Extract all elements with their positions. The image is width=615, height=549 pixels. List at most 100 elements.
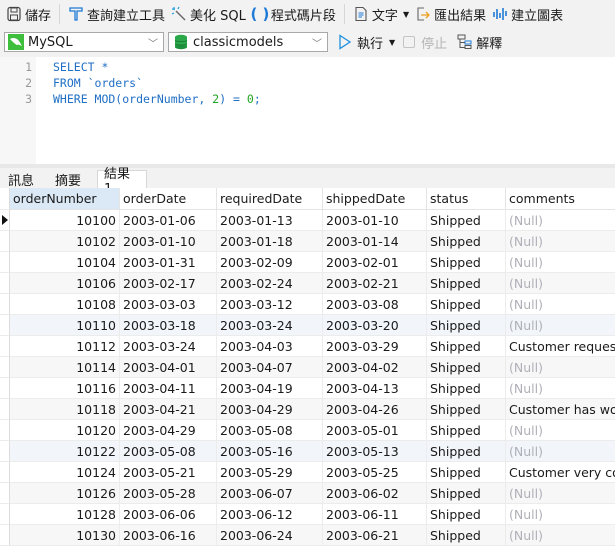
table-cell-orderDate[interactable]: 2003-01-06 [120, 210, 217, 231]
stop-button[interactable]: 停止 [403, 33, 447, 52]
table-cell-requiredDate[interactable]: 2003-01-13 [217, 210, 323, 231]
table-cell-status[interactable]: Shipped [427, 294, 506, 315]
table-cell-status[interactable]: Shipped [427, 378, 506, 399]
table-cell-orderNumber[interactable]: 10118 [10, 399, 120, 420]
create-chart-button[interactable]: 建立圖表 [489, 2, 566, 26]
table-cell-status[interactable]: Shipped [427, 504, 506, 525]
table-cell-shippedDate[interactable]: 2003-05-01 [323, 420, 427, 441]
run-button[interactable]: 執行 ▼ [338, 33, 395, 52]
table-cell-requiredDate[interactable]: 2003-05-16 [217, 441, 323, 462]
table-cell-orderDate[interactable]: 2003-03-24 [120, 336, 217, 357]
table-cell-shippedDate[interactable]: 2003-03-08 [323, 294, 427, 315]
tab-result-1[interactable]: 結果 1 [97, 167, 147, 197]
table-cell-status[interactable]: Shipped [427, 357, 506, 378]
table-cell-orderDate[interactable]: 2003-05-28 [120, 483, 217, 504]
row-selector[interactable] [0, 399, 10, 420]
table-cell-requiredDate[interactable]: 2003-04-19 [217, 378, 323, 399]
table-cell-shippedDate[interactable]: 2003-04-26 [323, 399, 427, 420]
table-cell-shippedDate[interactable]: 2003-02-01 [323, 252, 427, 273]
beautify-sql-button[interactable]: 美化 SQL [168, 2, 249, 26]
table-cell-shippedDate[interactable]: 2003-05-13 [323, 441, 427, 462]
export-results-button[interactable]: 匯出結果 [412, 2, 489, 26]
caret-down-icon[interactable]: ▼ [403, 10, 409, 19]
table-cell-orderNumber[interactable]: 10128 [10, 504, 120, 525]
table-cell-status[interactable]: Shipped [427, 210, 506, 231]
tab-messages[interactable]: 訊息 [2, 170, 42, 189]
query-builder-button[interactable]: 查詢建立工具 [65, 2, 168, 26]
table-cell-orderDate[interactable]: 2003-05-08 [120, 441, 217, 462]
row-selector[interactable] [0, 273, 10, 294]
table-cell-orderNumber[interactable]: 10120 [10, 420, 120, 441]
table-cell-orderDate[interactable]: 2003-06-06 [120, 504, 217, 525]
table-cell-status[interactable]: Shipped [427, 252, 506, 273]
row-selector[interactable] [0, 357, 10, 378]
table-cell-orderDate[interactable]: 2003-04-01 [120, 357, 217, 378]
table-cell-orderDate[interactable]: 2003-05-21 [120, 462, 217, 483]
sql-editor[interactable]: 1 2 3 SELECT * FROM `orders` WHERE MOD(o… [0, 57, 615, 164]
row-selector[interactable] [0, 525, 10, 546]
table-cell-shippedDate[interactable]: 2003-02-21 [323, 273, 427, 294]
table-cell-orderDate[interactable]: 2003-04-21 [120, 399, 217, 420]
table-cell-comments[interactable]: (Null) [506, 420, 615, 441]
table-cell-status[interactable]: Shipped [427, 462, 506, 483]
tab-summary[interactable]: 摘要 [49, 170, 89, 189]
table-cell-shippedDate[interactable]: 2003-05-25 [323, 462, 427, 483]
table-cell-orderDate[interactable]: 2003-06-16 [120, 525, 217, 546]
table-cell-requiredDate[interactable]: 2003-03-12 [217, 294, 323, 315]
table-cell-orderNumber[interactable]: 10130 [10, 525, 120, 546]
table-cell-shippedDate[interactable]: 2003-01-10 [323, 210, 427, 231]
table-cell-comments[interactable]: (Null) [506, 294, 615, 315]
row-selector[interactable] [0, 420, 10, 441]
table-cell-orderNumber[interactable]: 10112 [10, 336, 120, 357]
table-cell-orderNumber[interactable]: 10104 [10, 252, 120, 273]
text-button[interactable]: 文字 ▼ [350, 2, 412, 26]
table-cell-status[interactable]: Shipped [427, 441, 506, 462]
row-selector[interactable] [0, 378, 10, 399]
result-grid[interactable]: orderNumber orderDate requiredDate shippedD… [0, 188, 615, 549]
code-snippets-button[interactable]: ( ) 程式碼片段 [249, 2, 339, 26]
table-cell-shippedDate[interactable]: 2003-03-20 [323, 315, 427, 336]
table-cell-requiredDate[interactable]: 2003-04-07 [217, 357, 323, 378]
table-cell-shippedDate[interactable]: 2003-06-11 [323, 504, 427, 525]
table-cell-orderNumber[interactable]: 10106 [10, 273, 120, 294]
column-header-requiredDate[interactable]: requiredDate [217, 188, 323, 210]
table-cell-orderNumber[interactable]: 10102 [10, 231, 120, 252]
table-cell-orderNumber[interactable]: 10116 [10, 378, 120, 399]
table-cell-orderNumber[interactable]: 10100 [10, 210, 120, 231]
table-cell-shippedDate[interactable]: 2003-06-21 [323, 525, 427, 546]
table-cell-status[interactable]: Shipped [427, 525, 506, 546]
column-header-comments[interactable]: comments [506, 188, 615, 210]
row-selector[interactable] [0, 252, 10, 273]
table-cell-status[interactable]: Shipped [427, 231, 506, 252]
table-cell-status[interactable]: Shipped [427, 420, 506, 441]
table-cell-requiredDate[interactable]: 2003-04-29 [217, 399, 323, 420]
table-cell-requiredDate[interactable]: 2003-06-24 [217, 525, 323, 546]
table-cell-requiredDate[interactable]: 2003-06-07 [217, 483, 323, 504]
table-cell-requiredDate[interactable]: 2003-05-08 [217, 420, 323, 441]
table-cell-comments[interactable]: (Null) [506, 357, 615, 378]
table-cell-status[interactable]: Shipped [427, 336, 506, 357]
table-cell-status[interactable]: Shipped [427, 273, 506, 294]
save-button[interactable]: 儲存 [3, 2, 54, 26]
table-cell-comments[interactable]: (Null) [506, 252, 615, 273]
table-cell-requiredDate[interactable]: 2003-03-24 [217, 315, 323, 336]
row-selector[interactable] [0, 210, 10, 231]
table-cell-orderDate[interactable]: 2003-01-10 [120, 231, 217, 252]
table-cell-comments[interactable]: (Null) [506, 483, 615, 504]
table-cell-comments[interactable]: (Null) [506, 504, 615, 525]
table-cell-comments[interactable]: (Null) [506, 231, 615, 252]
table-cell-orderNumber[interactable]: 10122 [10, 441, 120, 462]
table-cell-requiredDate[interactable]: 2003-04-03 [217, 336, 323, 357]
table-cell-shippedDate[interactable]: 2003-03-29 [323, 336, 427, 357]
column-header-orderNumber[interactable]: orderNumber [10, 188, 120, 210]
table-cell-status[interactable]: Shipped [427, 399, 506, 420]
table-cell-shippedDate[interactable]: 2003-06-02 [323, 483, 427, 504]
table-cell-comments[interactable]: (Null) [506, 441, 615, 462]
column-header-orderDate[interactable]: orderDate [120, 188, 217, 210]
table-cell-comments[interactable]: Customer very con [506, 462, 615, 483]
table-cell-requiredDate[interactable]: 2003-01-18 [217, 231, 323, 252]
table-cell-shippedDate[interactable]: 2003-04-02 [323, 357, 427, 378]
table-cell-requiredDate[interactable]: 2003-02-24 [217, 273, 323, 294]
table-cell-comments[interactable]: (Null) [506, 210, 615, 231]
table-cell-orderDate[interactable]: 2003-04-11 [120, 378, 217, 399]
